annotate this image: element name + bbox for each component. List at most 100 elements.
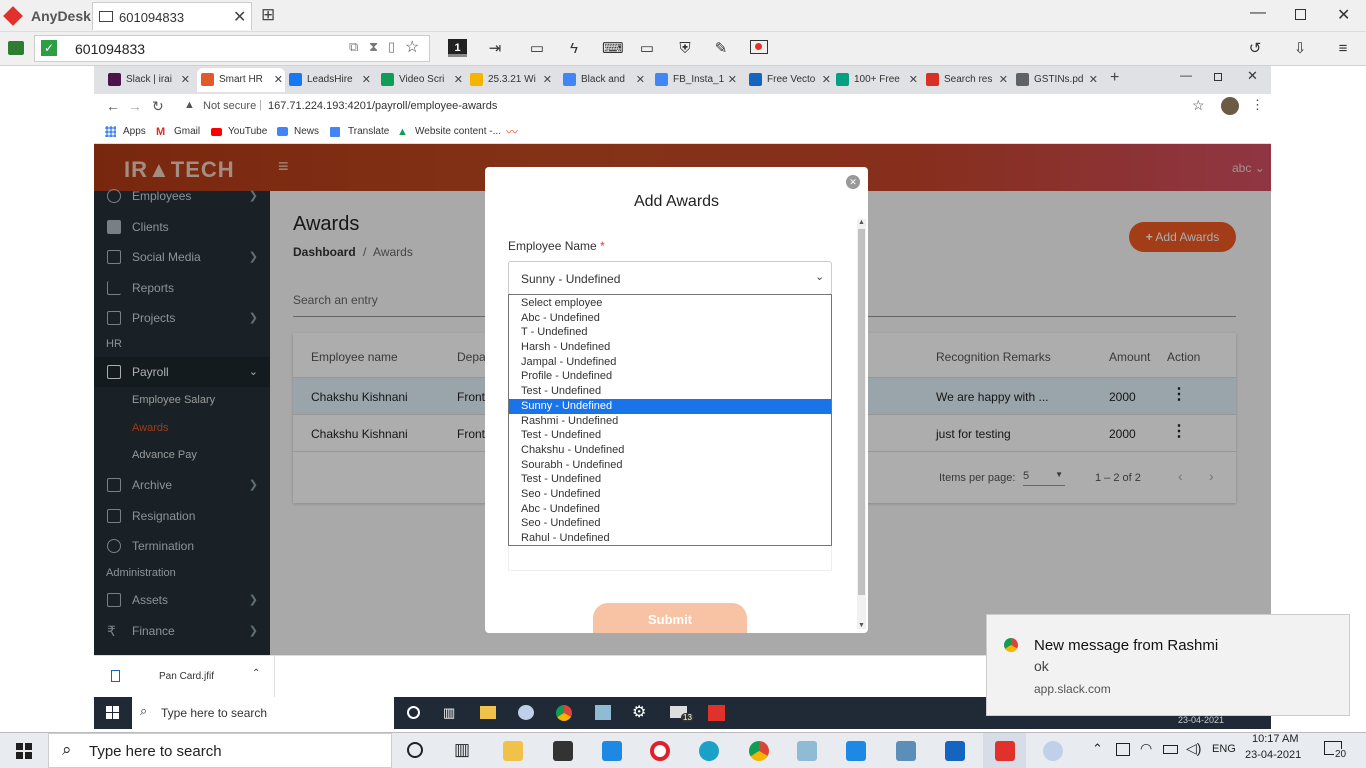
- task-view-icon[interactable]: ▥: [454, 740, 470, 760]
- tab-close-icon[interactable]: ✕: [1089, 68, 1098, 92]
- employee-option[interactable]: Jampal - Undefined: [509, 355, 831, 370]
- browser-tab[interactable]: GSTINs.pd ✕: [1012, 68, 1100, 92]
- tab-close-icon[interactable]: ✕: [543, 68, 552, 92]
- remote-windows-start-icon[interactable]: [106, 706, 119, 719]
- monitor-select-button[interactable]: 1: [448, 39, 467, 57]
- calculator-icon[interactable]: [896, 741, 916, 761]
- chrome-menu-icon[interactable]: ⋮: [1251, 97, 1264, 113]
- download-chevron-up-icon[interactable]: ⌃: [252, 668, 260, 679]
- tray-app-icon[interactable]: [1116, 743, 1130, 756]
- windows-start-icon[interactable]: [16, 743, 32, 759]
- chrome-close-icon[interactable]: ✕: [1247, 68, 1258, 84]
- paint-icon[interactable]: [518, 705, 534, 720]
- new-tab-icon[interactable]: ⊞: [261, 5, 275, 25]
- modal-scrollbar[interactable]: ▲ ▼: [857, 219, 866, 629]
- download-icon[interactable]: ⇩: [1291, 40, 1309, 58]
- employee-option[interactable]: Harsh - Undefined: [509, 340, 831, 355]
- browser-tab[interactable]: Smart HR ✕: [197, 68, 285, 92]
- tray-chevron-up-icon[interactable]: ⌃: [1092, 741, 1103, 757]
- employee-option[interactable]: Rashmi - Undefined: [509, 414, 831, 429]
- display-icon[interactable]: ▭: [638, 40, 656, 58]
- screen-icon[interactable]: ⧉: [349, 39, 358, 55]
- transfer-icon[interactable]: ⇥: [486, 40, 504, 58]
- tab-close-icon[interactable]: ✕: [636, 68, 645, 92]
- profile-avatar[interactable]: [1221, 97, 1239, 115]
- volume-icon[interactable]: ◁): [1186, 740, 1201, 757]
- scroll-up-icon[interactable]: ▲: [858, 219, 865, 226]
- forward-icon[interactable]: →: [128, 98, 142, 114]
- employee-option[interactable]: Select employee: [509, 296, 831, 311]
- bookmark-website-content[interactable]: Website content -...: [415, 126, 501, 137]
- anydesk-taskbar-icon[interactable]: [708, 705, 725, 721]
- tab-close-icon[interactable]: ✕: [274, 68, 283, 92]
- cortana-icon[interactable]: [407, 706, 420, 719]
- employee-option[interactable]: Profile - Undefined: [509, 369, 831, 384]
- employee-option[interactable]: Seo - Undefined: [509, 487, 831, 502]
- employee-option[interactable]: Test - Undefined: [509, 428, 831, 443]
- bookmark-news[interactable]: News: [294, 126, 319, 137]
- notes-icon[interactable]: [595, 705, 611, 720]
- browser-tab[interactable]: LeadsHire ✕: [285, 68, 373, 92]
- new-tab-plus-icon[interactable]: +: [1110, 69, 1119, 87]
- clock-date[interactable]: 23-04-2021: [1245, 749, 1301, 761]
- bookmark-translate[interactable]: Translate: [348, 126, 389, 137]
- task-view-icon[interactable]: ▥: [443, 705, 455, 721]
- employee-option[interactable]: Sunny - Undefined: [509, 398, 831, 414]
- tab-close-icon[interactable]: ✕: [181, 68, 190, 92]
- cortana-icon[interactable]: [407, 742, 423, 758]
- employee-option[interactable]: T - Undefined: [509, 325, 831, 340]
- bookmark-star-icon[interactable]: ☆: [1192, 97, 1205, 114]
- scroll-down-icon[interactable]: ▼: [858, 622, 865, 629]
- chrome-icon[interactable]: [556, 705, 572, 721]
- local-search-box[interactable]: ⌕ Type here to search: [48, 733, 392, 768]
- url-field[interactable]: 167.71.224.193:4201/payroll/employee-awa…: [268, 100, 497, 112]
- opera-icon[interactable]: [650, 741, 670, 761]
- remote-search-box[interactable]: ⌕ Type here to search: [132, 697, 394, 729]
- employee-option[interactable]: Rahul - Undefined: [509, 531, 831, 546]
- paint-icon[interactable]: [1043, 741, 1063, 761]
- browser-tab[interactable]: 25.3.21 Wi ✕: [466, 68, 554, 92]
- chat-icon[interactable]: ▭: [528, 40, 546, 58]
- whiteboard-pen-icon[interactable]: ✎: [712, 40, 730, 58]
- browser-tab[interactable]: Free Vecto ✕: [745, 68, 833, 92]
- chrome-restore-icon[interactable]: [1214, 73, 1222, 81]
- hourglass-icon[interactable]: ⧗: [369, 39, 378, 55]
- remote-app-icon[interactable]: [945, 741, 965, 761]
- settings-gear-icon[interactable]: ⚙: [632, 702, 646, 722]
- anydesk-session-tab[interactable]: 601094833 ✕: [92, 2, 252, 30]
- keyboard-icon[interactable]: ⌨: [602, 40, 624, 58]
- wifi-icon[interactable]: ◠: [1140, 740, 1152, 757]
- browser-tab[interactable]: 100+ Free ✕: [832, 68, 920, 92]
- bookmark-gmail[interactable]: Gmail: [174, 126, 200, 137]
- close-window-icon[interactable]: ✕: [1337, 5, 1350, 25]
- close-modal-icon[interactable]: ✕: [846, 175, 860, 189]
- mail-icon[interactable]: [602, 741, 622, 761]
- tab-close-icon[interactable]: ✕: [454, 68, 463, 92]
- employee-option[interactable]: Chakshu - Undefined: [509, 443, 831, 458]
- smarthr-bookmark-icon[interactable]: 〰: [506, 123, 518, 140]
- anydesk-address-field[interactable]: ✓ 601094833 ⧉ ⧗ ▯ ☆: [34, 35, 430, 62]
- minimize-icon[interactable]: —: [1250, 4, 1266, 22]
- language-indicator[interactable]: ENG: [1212, 743, 1236, 755]
- store-icon[interactable]: [553, 741, 573, 761]
- tab-close-icon[interactable]: ✕: [999, 68, 1008, 92]
- browser-tab[interactable]: FB_Insta_1 ✕: [651, 68, 739, 92]
- employee-option[interactable]: Abc - Undefined: [509, 502, 831, 517]
- employee-options-list[interactable]: Select employee Abc - Undefined T - Undefi…: [508, 294, 832, 546]
- edge-icon[interactable]: [699, 741, 719, 761]
- actions-lightning-icon[interactable]: ϟ: [565, 40, 583, 58]
- favorite-star-icon[interactable]: ☆: [405, 37, 419, 57]
- record-icon[interactable]: [750, 40, 768, 54]
- employee-option[interactable]: Seo - Undefined: [509, 516, 831, 531]
- apps-grid-icon[interactable]: [105, 126, 116, 137]
- back-icon[interactable]: ←: [106, 98, 120, 114]
- employee-option[interactable]: Abc - Undefined: [509, 311, 831, 326]
- clock-time[interactable]: 10:17 AM: [1252, 733, 1298, 745]
- close-tab-icon[interactable]: ✕: [233, 7, 246, 27]
- employee-option[interactable]: Test - Undefined: [509, 472, 831, 487]
- employee-option[interactable]: Sourabh - Undefined: [509, 458, 831, 473]
- history-icon[interactable]: ↺: [1246, 40, 1264, 58]
- maximize-icon[interactable]: [1295, 9, 1306, 20]
- browser-tab[interactable]: Search res ✕: [922, 68, 1010, 92]
- battery-icon[interactable]: [1163, 745, 1178, 754]
